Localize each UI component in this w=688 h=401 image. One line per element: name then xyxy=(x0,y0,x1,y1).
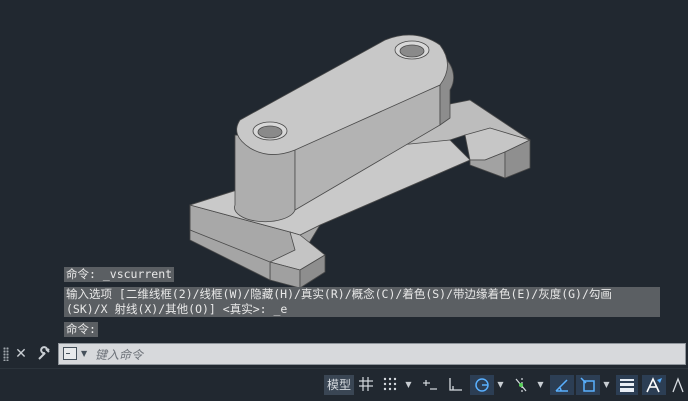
snap-icon[interactable] xyxy=(380,375,400,395)
chevron-down-icon[interactable]: ▼ xyxy=(404,375,413,395)
drag-handle[interactable] xyxy=(3,347,9,361)
command-prompt-icon[interactable] xyxy=(63,347,77,360)
chevron-down-icon[interactable]: ▼ xyxy=(536,375,545,395)
ortho-icon[interactable] xyxy=(444,375,466,395)
wrench-icon[interactable] xyxy=(34,344,54,364)
chevron-down-icon[interactable]: ▼ xyxy=(602,375,611,395)
lineweight-icon[interactable] xyxy=(616,375,638,395)
2d-object-snap-icon[interactable] xyxy=(576,375,600,395)
command-history-line: 命令: _vscurrent xyxy=(64,267,175,282)
polar-icon[interactable] xyxy=(470,375,494,395)
command-history-options: 输入选项 [二维线框(2)/线框(W)/隐藏(H)/真实(R)/概念(C)/着色… xyxy=(64,287,660,317)
command-history-prompt: 命令: xyxy=(64,322,98,337)
dynamic-input-icon[interactable] xyxy=(420,375,440,395)
chevron-down-icon[interactable]: ▼ xyxy=(81,349,87,358)
transparency-icon[interactable] xyxy=(670,375,686,395)
chevron-down-icon[interactable]: ▼ xyxy=(496,375,505,395)
object-snap-tracking-icon[interactable] xyxy=(510,375,532,395)
command-input[interactable] xyxy=(93,345,677,365)
close-icon[interactable]: ✕ xyxy=(11,344,31,364)
model-space-button[interactable]: 模型 xyxy=(324,375,354,395)
command-bar: ✕ ▼ xyxy=(0,340,688,368)
grid-icon[interactable] xyxy=(356,375,376,395)
command-input-field[interactable]: ▼ xyxy=(58,343,686,365)
annotation-scale-icon[interactable] xyxy=(642,375,666,395)
isodraft-icon[interactable] xyxy=(550,375,574,395)
status-bar: 模型 ▼ ▼ ▼ ▼ xyxy=(0,368,688,401)
